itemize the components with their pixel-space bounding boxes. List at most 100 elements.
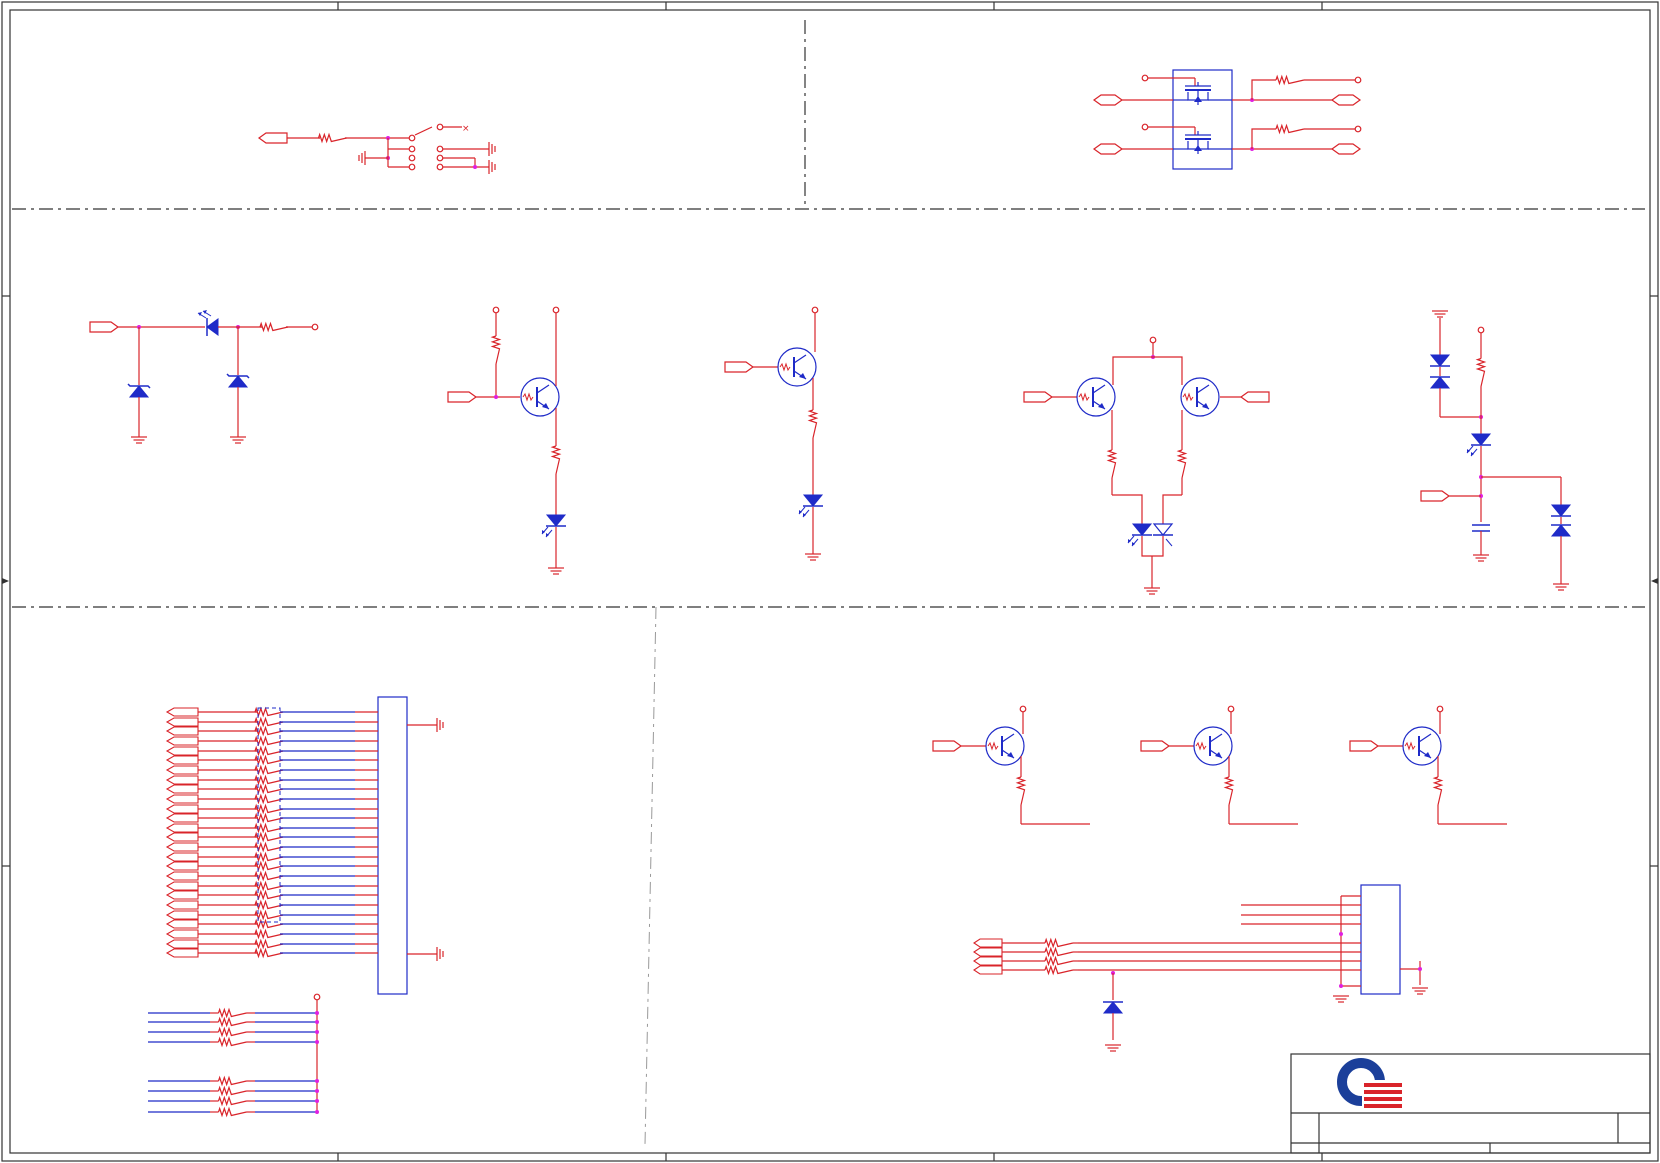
- capacitor-icon: [1472, 524, 1490, 532]
- resistor-icon: [1432, 776, 1444, 806]
- ground-icon: [230, 436, 246, 444]
- transistor-icon: [985, 726, 1025, 766]
- resistor-icon: [217, 1026, 247, 1038]
- net-port: [973, 965, 1003, 975]
- ground-icon: [805, 553, 821, 561]
- ground-icon: [488, 142, 496, 156]
- resistor-icon: [317, 132, 347, 144]
- wire: [1251, 79, 1275, 100]
- net-port: [1420, 490, 1451, 502]
- frame-arrow-left: [2, 578, 9, 584]
- resistor-icon: [1044, 946, 1074, 958]
- diode-icon: [1429, 354, 1451, 367]
- power-pin-icon: [1477, 326, 1485, 334]
- transistor-icon: [1076, 377, 1116, 417]
- mosfet-package: [1172, 69, 1233, 170]
- junction-dot: [315, 1020, 319, 1024]
- resistor-icon: [254, 870, 284, 882]
- net-port: [165, 755, 199, 765]
- junction-dot: [315, 1110, 319, 1114]
- resistor-icon: [217, 1106, 247, 1118]
- net-port: [165, 929, 199, 939]
- net-port: [973, 938, 1003, 948]
- ground-icon: [1144, 587, 1160, 595]
- power-pin-icon: [492, 306, 500, 314]
- resistor-icon: [254, 716, 284, 728]
- power-pin-icon: [436, 123, 444, 131]
- led-icon: [1466, 433, 1492, 457]
- ground-icon: [358, 151, 366, 165]
- resistor-icon: [254, 947, 284, 959]
- power-pin-icon: [811, 306, 819, 314]
- schematic-canvas: ×: [1, 1, 1659, 1162]
- resistor-icon: [254, 774, 284, 786]
- resistor-icon: [254, 793, 284, 805]
- net-port: [165, 871, 199, 881]
- net-port: [165, 948, 199, 958]
- net-port: [165, 832, 199, 842]
- power-pin-icon: [436, 145, 444, 153]
- ground-icon: [488, 160, 496, 174]
- power-pin-icon: [1149, 336, 1157, 344]
- resistor-icon: [1044, 937, 1074, 949]
- schematic-sheet: ×: [0, 0, 1660, 1163]
- ground-icon: [1473, 554, 1489, 562]
- wire: [414, 126, 433, 136]
- power-pin-icon: [1354, 125, 1362, 133]
- power-pin-icon: [1019, 705, 1027, 713]
- transistor-icon: [1180, 377, 1220, 417]
- net-port: [165, 746, 199, 756]
- no-connect-mark: ×: [462, 124, 470, 134]
- schematic-elements: ×: [89, 74, 1572, 1118]
- logo-icon: [1337, 1058, 1404, 1111]
- net-port: [973, 947, 1003, 957]
- section-dividers: [12, 20, 1645, 608]
- net-port: [165, 775, 199, 785]
- resistor-icon: [254, 725, 284, 737]
- net-port: [165, 900, 199, 910]
- resistor-icon: [1106, 449, 1118, 479]
- resistor-icon: [217, 1016, 247, 1028]
- resistor-icon: [1044, 955, 1074, 967]
- resistor-icon: [254, 754, 284, 766]
- resistor-icon: [217, 1007, 247, 1019]
- junction-dot: [494, 395, 498, 399]
- net-port: [165, 794, 199, 804]
- resistor-icon: [550, 445, 562, 475]
- net-port: [973, 956, 1003, 966]
- resistor-icon: [259, 321, 289, 333]
- ground-icon: [436, 718, 444, 732]
- net-port: [165, 726, 199, 736]
- net-port: [1330, 143, 1362, 155]
- zener-diode-icon: [226, 373, 250, 388]
- net-port: [165, 707, 199, 717]
- power-pin-icon: [1141, 123, 1149, 131]
- power-pin-icon: [313, 993, 321, 1001]
- power-pin-icon: [436, 154, 444, 162]
- diode-icon: [1102, 1001, 1124, 1014]
- net-port: [165, 910, 199, 920]
- resistor-icon: [217, 1036, 247, 1048]
- resistor-icon: [254, 851, 284, 863]
- resistor-icon: [1015, 776, 1027, 806]
- power-pin-icon: [408, 163, 416, 171]
- resistor-icon: [1275, 123, 1305, 135]
- connector-icon: [1360, 884, 1401, 995]
- net-port: [165, 784, 199, 794]
- resistor-icon: [490, 335, 502, 365]
- resistor-icon: [254, 803, 284, 815]
- resistor-icon: [254, 909, 284, 921]
- net-port: [1023, 391, 1054, 403]
- ground-icon: [131, 436, 147, 444]
- transistor-icon: [1193, 726, 1233, 766]
- junction-dot: [315, 1040, 319, 1044]
- junction-dot: [1339, 932, 1343, 936]
- ground-icon: [1432, 310, 1448, 318]
- transistor-icon: [520, 377, 560, 417]
- wire: [1112, 356, 1183, 385]
- junction-dot: [1339, 984, 1343, 988]
- ground-icon: [1333, 995, 1349, 1003]
- power-pin-icon: [408, 145, 416, 153]
- resistor-icon: [254, 822, 284, 834]
- section-divider-vertical-bottom: [644, 606, 657, 1146]
